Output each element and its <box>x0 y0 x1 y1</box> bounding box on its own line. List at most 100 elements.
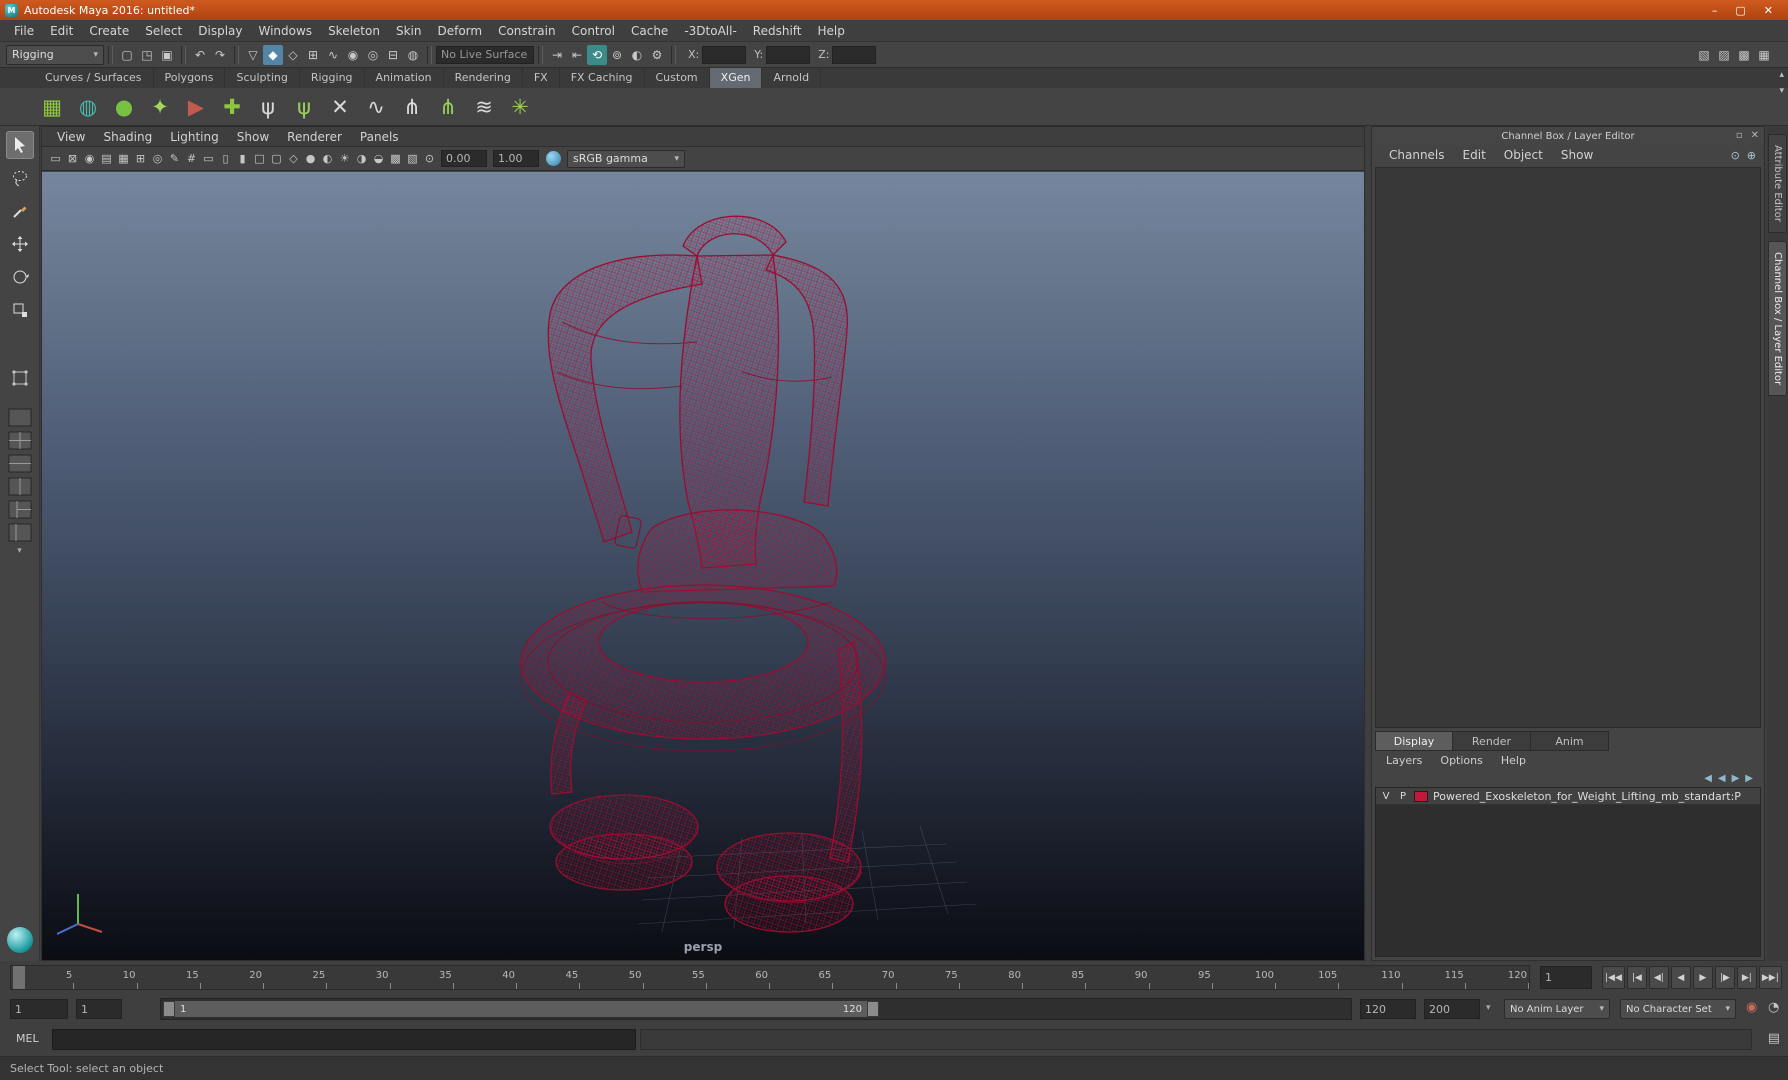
x-coordinate-input[interactable] <box>702 45 747 64</box>
channel-box-menu-item[interactable]: Show <box>1552 148 1602 162</box>
menu-item[interactable]: Redshift <box>745 21 810 41</box>
animation-end-field[interactable] <box>1424 999 1480 1019</box>
layer-visibility-toggle[interactable]: V <box>1380 791 1392 802</box>
viewport-menu-item[interactable]: Shading <box>94 130 161 144</box>
menu-item[interactable]: Select <box>137 21 190 41</box>
shelf-tab[interactable]: Curves / Surfaces <box>34 68 154 88</box>
gamma-field[interactable] <box>493 150 539 167</box>
ambient-occlusion-icon[interactable]: ◒ <box>370 150 387 168</box>
grease-pencil-icon[interactable]: ✎ <box>166 150 183 168</box>
channel-box-menu-item[interactable]: Edit <box>1454 148 1495 162</box>
close-button[interactable]: ✕ <box>1764 4 1773 17</box>
step-forward-key-button[interactable]: ▶| <box>1736 966 1757 989</box>
channel-box-menu-item[interactable]: Object <box>1495 148 1552 162</box>
viewport-menu-item[interactable]: Show <box>228 130 278 144</box>
xgen-sculpt-guides-icon[interactable]: ⋔ <box>432 91 464 123</box>
time-slider[interactable]: 5 10 15 20 25 30 35 40 45 50 55 60 65 70 75 80 85 90 95 100… <box>10 965 1530 990</box>
snap-to-projected-center-icon[interactable]: ◎ <box>363 45 383 65</box>
shelf-tab-active[interactable]: XGen <box>709 68 763 88</box>
menu-item[interactable]: Windows <box>250 21 320 41</box>
view-transform-dropdown[interactable]: sRGB gamma ▾ <box>567 149 685 168</box>
output-connections-icon[interactable]: ⇤ <box>567 45 587 65</box>
input-connections-icon[interactable]: ⇥ <box>547 45 567 65</box>
wireframe-mode-icon[interactable]: ◇ <box>285 150 302 168</box>
group-separator[interactable] <box>234 45 239 64</box>
bookmarks-icon[interactable]: ▤ <box>98 150 115 168</box>
group-separator[interactable] <box>671 45 676 64</box>
select-tool-button[interactable] <box>5 131 34 159</box>
shelf-tab[interactable]: Animation <box>364 68 444 88</box>
menu-item[interactable]: Cache <box>623 21 676 41</box>
layer-playback-toggle[interactable]: P <box>1397 791 1409 802</box>
menu-item[interactable]: Display <box>190 21 250 41</box>
new-layer-from-selected-icon[interactable]: ▶ <box>1745 773 1753 784</box>
range-options-caret-icon[interactable]: ▾ <box>1486 1003 1491 1013</box>
paint-select-tool-button[interactable] <box>6 197 34 225</box>
group-separator[interactable] <box>427 45 432 64</box>
menu-item[interactable]: Constrain <box>490 21 564 41</box>
lock-camera-icon[interactable]: ⊠ <box>64 150 81 168</box>
animation-preferences-icon[interactable]: ◔ <box>1768 1000 1779 1015</box>
viewport-menu-item[interactable]: Lighting <box>161 130 228 144</box>
xgen-place-guides-icon[interactable]: ⋔ <box>396 91 428 123</box>
toggle-tool-settings-icon[interactable]: ▩ <box>1734 45 1754 65</box>
universal-manipulator-button[interactable] <box>6 364 34 392</box>
group-separator[interactable] <box>108 45 113 64</box>
xgen-add-collection-icon[interactable]: ✦ <box>144 91 176 123</box>
xgen-comb-brush-icon[interactable]: ψ <box>252 91 284 123</box>
play-forwards-button[interactable]: ▶ <box>1692 966 1713 989</box>
step-back-frame-button[interactable]: ◀| <box>1648 966 1669 989</box>
layout-three-panes-button[interactable] <box>8 500 32 519</box>
camera-attributes-icon[interactable]: ◉ <box>81 150 98 168</box>
z-coordinate-input[interactable] <box>832 45 877 64</box>
exposure-field[interactable] <box>441 150 487 167</box>
select-object-icon[interactable]: ◆ <box>263 44 283 65</box>
snap-to-curves-icon[interactable]: ∿ <box>323 45 343 65</box>
go-to-start-button[interactable]: |◀◀ <box>1602 966 1625 989</box>
viewport-canvas[interactable]: persp <box>42 172 1364 960</box>
shelf-tab[interactable]: Sculpting <box>225 68 300 88</box>
xray-icon[interactable]: ▧ <box>404 150 421 168</box>
hyperbolic-spread-icon[interactable]: ⊕ <box>1747 149 1756 162</box>
lasso-tool-button[interactable] <box>6 164 34 192</box>
step-forward-frame-button[interactable]: |▶ <box>1714 966 1735 989</box>
toggle-modeling-toolkit-icon[interactable]: ▧ <box>1694 45 1714 65</box>
toggle-attribute-editor-icon[interactable]: ▨ <box>1714 45 1734 65</box>
maximize-button[interactable]: ▢ <box>1735 4 1745 17</box>
anti-alias-icon[interactable]: ▩ <box>387 150 404 168</box>
xgen-export-selection-icon[interactable]: ◍ <box>72 91 104 123</box>
channel-box-menu-item[interactable]: Channels <box>1380 148 1454 162</box>
layout-four-panes-button[interactable] <box>8 431 32 450</box>
dock-panel-icon[interactable]: ▫ <box>1736 130 1743 141</box>
undo-icon[interactable]: ↶ <box>190 45 210 65</box>
construction-history-icon[interactable]: ⟲ <box>587 44 607 65</box>
resolution-gate-icon[interactable]: ▯ <box>217 150 234 168</box>
tab-anim-layers[interactable]: Anim <box>1531 731 1609 751</box>
speed-graph-icon[interactable]: ⊙ <box>1731 149 1740 162</box>
shadows-icon[interactable]: ◑ <box>353 150 370 168</box>
panel-header[interactable]: Channel Box / Layer Editor ▫ ✕ <box>1372 127 1764 145</box>
channel-box-empty-area[interactable] <box>1375 167 1761 728</box>
film-gate-icon[interactable]: ▭ <box>200 150 217 168</box>
viewport-menu-item[interactable]: Renderer <box>278 130 351 144</box>
use-all-lights-icon[interactable]: ☀ <box>336 150 353 168</box>
live-surface-field[interactable] <box>436 45 534 64</box>
new-scene-icon[interactable]: ▢ <box>117 45 137 65</box>
shelf-tab[interactable]: Arnold <box>762 68 822 88</box>
safe-title-icon[interactable]: ▢ <box>268 150 285 168</box>
xgen-clear-preview-icon[interactable]: ✚ <box>216 91 248 123</box>
color-management-icon[interactable] <box>546 151 561 166</box>
safe-action-icon[interactable]: □ <box>251 150 268 168</box>
layer-row[interactable]: V P Powered_Exoskeleton_for_Weight_Lifti… <box>1376 788 1760 805</box>
layout-outliner-persp-button[interactable] <box>8 523 32 542</box>
menu-item[interactable]: Help <box>810 21 853 41</box>
select-hierarchy-icon[interactable]: ▽ <box>243 45 263 65</box>
layout-two-panes-stacked-button[interactable] <box>8 454 32 473</box>
range-start-handle[interactable] <box>163 1001 175 1017</box>
menu-item[interactable]: Create <box>81 21 137 41</box>
shelf-tab[interactable]: Custom <box>644 68 710 88</box>
ipr-render-icon[interactable]: ◐ <box>627 45 647 65</box>
shelf-tab[interactable]: Rigging <box>299 68 365 88</box>
shelf-tab[interactable]: FX Caching <box>559 68 645 88</box>
save-scene-icon[interactable]: ▣ <box>157 45 177 65</box>
